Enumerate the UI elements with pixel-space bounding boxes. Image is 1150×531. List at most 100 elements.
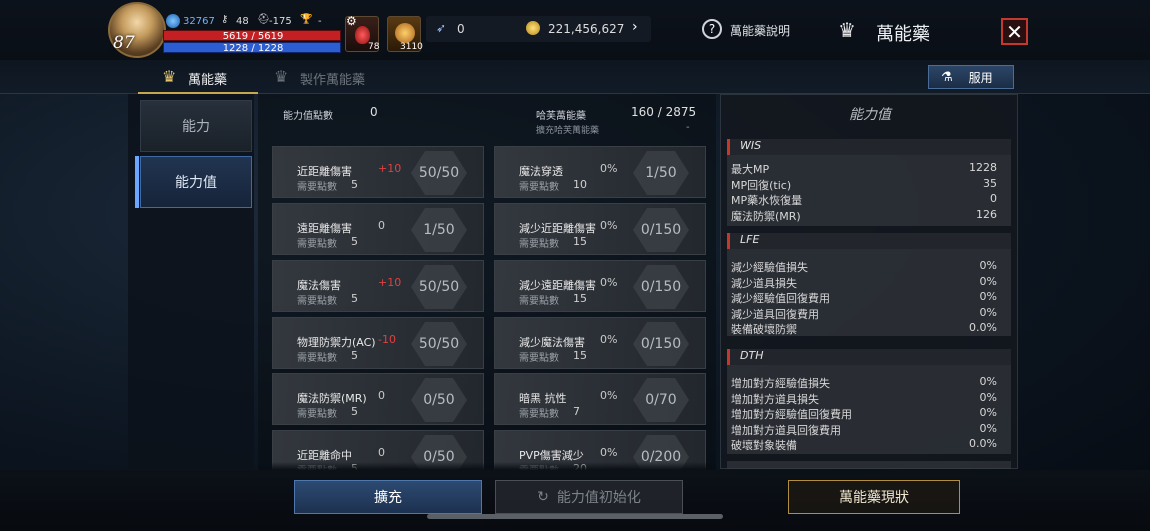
stat-progress: 50/50 bbox=[411, 322, 467, 366]
stat-a: 48 bbox=[236, 16, 249, 27]
points-label: 能力值點數 bbox=[283, 111, 333, 122]
stat-row-value: 0% bbox=[979, 259, 997, 272]
character-level: 87 bbox=[113, 33, 135, 53]
elixir-value: 160 / 2875 bbox=[631, 105, 697, 119]
stat-row-label: 裝備破壞防禦 bbox=[731, 323, 797, 337]
gem-count: 32767 bbox=[183, 16, 215, 27]
stat-row-value: 0.0% bbox=[969, 437, 997, 451]
stat-row-label: 增加對方經驗值回復費用 bbox=[731, 408, 852, 422]
stat-row-value: 0% bbox=[979, 274, 997, 288]
stat-row: 裝備破壞防禦 0.0% bbox=[731, 321, 997, 336]
expand-elixir-value: - bbox=[686, 122, 690, 133]
stat-name: 魔法穿透 bbox=[519, 165, 563, 178]
stat-row-label: 減少經驗值損失 bbox=[731, 261, 808, 274]
scrollbar[interactable] bbox=[427, 514, 723, 519]
stat-progress: 0/150 bbox=[633, 208, 689, 252]
feather-count: 0 bbox=[457, 22, 465, 36]
stat-name: 減少魔法傷害 bbox=[519, 336, 585, 349]
stat-row-value: 0% bbox=[979, 375, 997, 388]
stat-card[interactable]: 遠距離傷害 需要點數 5 0 1/50 bbox=[272, 203, 484, 255]
stat-card[interactable]: 近距離傷害 需要點數 5 +10 50/50 bbox=[272, 146, 484, 198]
dth-header: DTH bbox=[727, 349, 1011, 365]
tab-elixir-label: 萬能藥 bbox=[188, 73, 228, 88]
page-title: 萬能藥 bbox=[876, 24, 930, 45]
stats-panel: 能力值 WIS LFE DTH 最大MP 1228 MP回復(tic) 35 MP藥水恢… bbox=[720, 94, 1018, 469]
stat-name: 減少近距離傷害 bbox=[519, 222, 596, 235]
reset-stats-label: 能力值初始化 bbox=[556, 490, 641, 506]
sidebar-item-stats[interactable]: 能力值 bbox=[140, 156, 252, 208]
tab-craft-elixir[interactable]: ♛ 製作萬能藥 bbox=[272, 60, 392, 94]
stat-row: 減少經驗值損失 0% bbox=[731, 259, 997, 274]
stat-row-label: 最大MP bbox=[731, 163, 770, 176]
need-points-value: 5 bbox=[351, 292, 358, 305]
key-icon: ⚷ bbox=[221, 14, 229, 25]
sidebar-item-ability[interactable]: 能力 bbox=[140, 100, 252, 152]
tab-elixir[interactable]: ♛ 萬能藥 bbox=[138, 60, 258, 94]
need-points-label: 需要點數 bbox=[519, 182, 559, 193]
stat-bonus: +10 bbox=[378, 276, 402, 289]
stat-card[interactable]: 暗黑 抗性 需要點數 7 0% 0/70 bbox=[494, 373, 706, 425]
item-slot[interactable]: 3110 bbox=[387, 16, 423, 52]
expand-button[interactable]: 擴充 bbox=[294, 480, 482, 514]
stat-row-label: 減少經驗值回復費用 bbox=[731, 292, 830, 306]
gold-amount: 221,456,627 bbox=[548, 22, 625, 36]
stat-bonus: -10 bbox=[378, 333, 396, 346]
feather-icon: ➶ bbox=[436, 21, 447, 35]
stat-card[interactable]: 魔法穿透 需要點數 10 0% 1/50 bbox=[494, 146, 706, 198]
need-points-label: 需要點數 bbox=[297, 182, 337, 193]
hp-text: 5619 / 5619 bbox=[222, 31, 284, 42]
need-points-value: 5 bbox=[351, 178, 358, 191]
elixir-crown-icon: ♛ bbox=[838, 18, 856, 42]
stat-row: 增加對方經驗值回復費用 0% bbox=[731, 406, 997, 421]
need-points-value: 5 bbox=[351, 405, 358, 418]
use-button[interactable]: ⚗ 服用 bbox=[928, 65, 1014, 89]
stat-row-value: 0% bbox=[979, 390, 997, 404]
chevron-right-icon[interactable]: › bbox=[632, 19, 638, 35]
elixir-status-button[interactable]: 萬能藥現狀 bbox=[788, 480, 960, 514]
stat-row: 破壞對象裝備 0.0% bbox=[731, 437, 997, 452]
stat-card[interactable]: 減少魔法傷害 需要點數 15 0% 0/150 bbox=[494, 317, 706, 369]
stat-row-value: 0% bbox=[979, 305, 997, 319]
stat-name: 遠距離傷害 bbox=[297, 222, 352, 235]
elixir-label: 哈芙萬能藥 bbox=[536, 111, 586, 122]
stat-row: 減少道具回復費用 0% bbox=[731, 306, 997, 321]
stat-card[interactable]: 減少遠距離傷害 需要點數 15 0% 0/150 bbox=[494, 260, 706, 312]
need-points-label: 需要點數 bbox=[297, 409, 337, 420]
need-points-value: 15 bbox=[573, 235, 587, 248]
help-icon[interactable]: ? bbox=[702, 19, 722, 39]
stat-row-label: 減少道具損失 bbox=[731, 276, 797, 290]
settings-gear-icon[interactable]: ⚙ bbox=[346, 14, 357, 28]
stat-progress: 0/50 bbox=[411, 378, 467, 422]
stat-row: MP藥水恢復量 0 bbox=[731, 192, 997, 207]
stat-progress: 0/150 bbox=[633, 322, 689, 366]
reset-stats-button[interactable]: ↻ 能力值初始化 bbox=[495, 480, 683, 514]
stat-name: 物理防禦力(AC) bbox=[297, 336, 376, 349]
item-count: 3110 bbox=[400, 42, 423, 52]
stat-bonus: 0% bbox=[600, 219, 618, 232]
grid-fade bbox=[258, 462, 716, 470]
stat-card[interactable]: 魔法傷害 需要點數 5 +10 50/50 bbox=[272, 260, 484, 312]
tab-craft-label: 製作萬能藥 bbox=[300, 73, 366, 88]
gem-icon bbox=[166, 14, 180, 28]
stat-row-label: 破壞對象裝備 bbox=[731, 439, 797, 453]
stat-row: MP回復(tic) 35 bbox=[731, 177, 997, 192]
sidebar-item-label: 能力值 bbox=[175, 175, 217, 191]
stat-name: 暗黑 抗性 bbox=[519, 392, 567, 405]
need-points-label: 需要點數 bbox=[297, 239, 337, 250]
stat-card[interactable]: 魔法防禦(MR) 需要點數 5 0 0/50 bbox=[272, 373, 484, 425]
stat-card[interactable]: 物理防禦力(AC) 需要點數 5 -10 50/50 bbox=[272, 317, 484, 369]
expand-elixir-label: 擴充哈芙萬能藥 bbox=[536, 126, 600, 136]
help-label[interactable]: 萬能藥說明 bbox=[730, 22, 790, 39]
stat-card[interactable]: 減少近距離傷害 需要點數 15 0% 0/150 bbox=[494, 203, 706, 255]
helmet-icon: ⛑ bbox=[257, 14, 270, 25]
stat-bonus: 0 bbox=[378, 446, 385, 459]
need-points-value: 7 bbox=[573, 405, 580, 418]
stat-row: 減少經驗值回復費用 0% bbox=[731, 290, 997, 305]
close-button[interactable]: ✕ bbox=[1001, 18, 1028, 45]
stat-row: 減少道具損失 0% bbox=[731, 275, 997, 290]
stat-row-label: 增加對方道具回復費用 bbox=[731, 423, 841, 437]
need-points-label: 需要點數 bbox=[519, 239, 559, 250]
need-points-label: 需要點數 bbox=[519, 296, 559, 307]
stat-row: 增加對方經驗值損失 0% bbox=[731, 375, 997, 390]
stat-bonus: 0% bbox=[600, 276, 618, 289]
